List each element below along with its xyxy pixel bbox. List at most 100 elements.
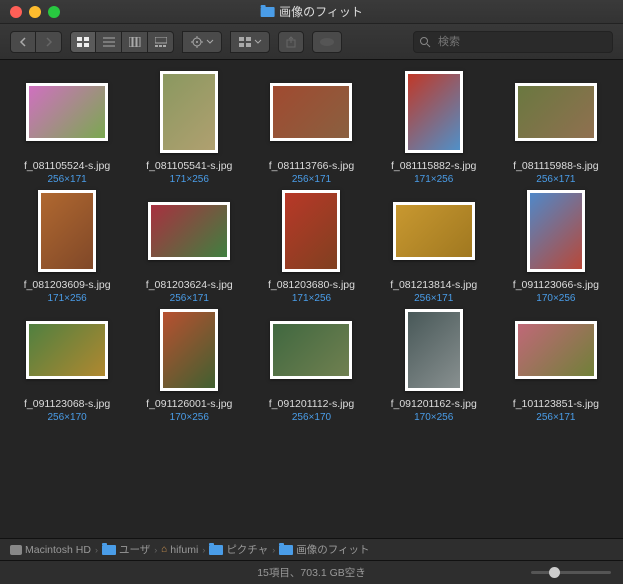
group-menu [230,31,270,53]
close-button[interactable] [10,6,22,18]
thumbnail [270,321,352,379]
path-label: Macintosh HD [25,544,91,556]
status-text: 15項目、703.1 GB空き [257,565,366,580]
path-separator: › [95,545,98,555]
thumbnail [38,190,96,272]
search-field [413,31,613,53]
tags-button[interactable] [312,31,342,53]
thumbnail [270,83,352,141]
toolbar [0,24,623,60]
file-item[interactable]: f_091201162-s.jpg170×256 [375,310,493,423]
file-item[interactable]: f_091123066-s.jpg 170×256 [497,191,615,304]
share-button[interactable] [278,31,304,53]
path-segment[interactable]: ユーザ [102,542,150,557]
file-dimensions: 256×171 [414,293,453,304]
file-dimensions: 170×256 [170,412,209,423]
file-item[interactable]: f_101123851-s.jpg 256×171 [497,310,615,423]
file-grid: f_081105524-s.jpg256×171f_081105541-s.jp… [8,72,615,423]
file-item[interactable]: f_091201112-s.jpg 256×170 [252,310,370,423]
file-item[interactable]: f_081105541-s.jpg 171×256 [130,72,248,185]
file-dimensions: 256×171 [292,174,331,185]
path-label: ユーザ [119,542,150,557]
path-separator: › [272,545,275,555]
thumbnail [26,83,108,141]
thumbnail [405,309,463,391]
file-item[interactable]: f_081213814-s.jpg 256×171 [375,191,493,304]
icon-view-button[interactable] [70,31,96,53]
slider-knob[interactable] [549,567,560,578]
file-name: f_091123066-s.jpg [513,279,599,291]
folder-icon [102,545,116,555]
action-button[interactable] [182,31,222,53]
status-bar: 15項目、703.1 GB空き [0,560,623,584]
traffic-lights [0,6,60,18]
file-name: f_101123851-s.jpg [513,398,599,410]
content-area[interactable]: f_081105524-s.jpg256×171f_081105541-s.jp… [0,60,623,538]
back-button[interactable] [10,31,36,53]
file-dimensions: 170×256 [414,412,453,423]
thumbnail [26,321,108,379]
search-icon [419,36,431,48]
window-title-text: 画像のフィット [279,3,363,20]
file-dimensions: 171×256 [170,174,209,185]
titlebar: 画像のフィット [0,0,623,24]
file-name: f_081105541-s.jpg [146,160,232,172]
folder-icon [279,545,293,555]
file-item[interactable]: f_081203624-s.jpg 256×171 [130,191,248,304]
file-name: f_091123068-s.jpg [24,398,110,410]
nav-buttons [10,31,62,53]
gallery-view-button[interactable] [148,31,174,53]
file-name: f_091126001-s.jpg [146,398,232,410]
file-item[interactable]: f_081105524-s.jpg256×171 [8,72,126,185]
forward-button[interactable] [36,31,62,53]
file-item[interactable]: f_081113766-s.jpg 256×171 [252,72,370,185]
action-menu [182,31,222,53]
file-dimensions: 171×256 [47,293,86,304]
file-dimensions: 256×171 [536,412,575,423]
file-name: f_081203624-s.jpg [146,279,233,291]
file-dimensions: 170×256 [536,293,575,304]
thumbnail [160,71,218,153]
column-view-button[interactable] [122,31,148,53]
maximize-button[interactable] [48,6,60,18]
slider-track[interactable] [531,571,611,574]
file-dimensions: 256×170 [47,412,86,423]
group-button[interactable] [230,31,270,53]
list-view-button[interactable] [96,31,122,53]
thumbnail [527,190,585,272]
zoom-slider[interactable] [531,571,611,574]
thumbnail [393,202,475,260]
path-bar: Macintosh HD›ユーザ›⌂hifumi›ピクチャ›画像のフィット [0,538,623,560]
view-mode-buttons [70,31,174,53]
file-item[interactable]: f_081115882-s.jpg171×256 [375,72,493,185]
file-dimensions: 256×170 [292,412,331,423]
thumbnail [405,71,463,153]
file-dimensions: 256×171 [170,293,209,304]
file-dimensions: 256×171 [536,174,575,185]
file-name: f_081213814-s.jpg [390,279,477,291]
thumbnail [515,321,597,379]
path-separator: › [202,545,205,555]
file-item[interactable]: f_081203609-s.jpg 171×256 [8,191,126,304]
file-name: f_091201112-s.jpg [269,398,354,410]
path-segment[interactable]: Macintosh HD [10,544,91,556]
file-item[interactable]: f_081203680-s.jpg171×256 [252,191,370,304]
file-item[interactable]: f_091126001-s.jpg 170×256 [130,310,248,423]
path-label: hifumi [170,544,198,556]
minimize-button[interactable] [29,6,41,18]
file-name: f_081113766-s.jpg [269,160,354,172]
file-name: f_081115882-s.jpg [391,160,476,172]
file-dimensions: 256×171 [47,174,86,185]
path-segment[interactable]: 画像のフィット [279,542,369,557]
path-segment[interactable]: ピクチャ [209,542,268,557]
file-item[interactable]: f_091123068-s.jpg 256×170 [8,310,126,423]
path-label: 画像のフィット [296,542,369,557]
search-input[interactable] [413,31,613,53]
file-dimensions: 171×256 [292,293,331,304]
window-title: 画像のフィット [260,3,363,20]
thumbnail [160,309,218,391]
file-name: f_081115988-s.jpg [513,160,598,172]
file-name: f_081203609-s.jpg [24,279,111,291]
file-item[interactable]: f_081115988-s.jpg 256×171 [497,72,615,185]
path-segment[interactable]: ⌂hifumi [161,544,198,556]
